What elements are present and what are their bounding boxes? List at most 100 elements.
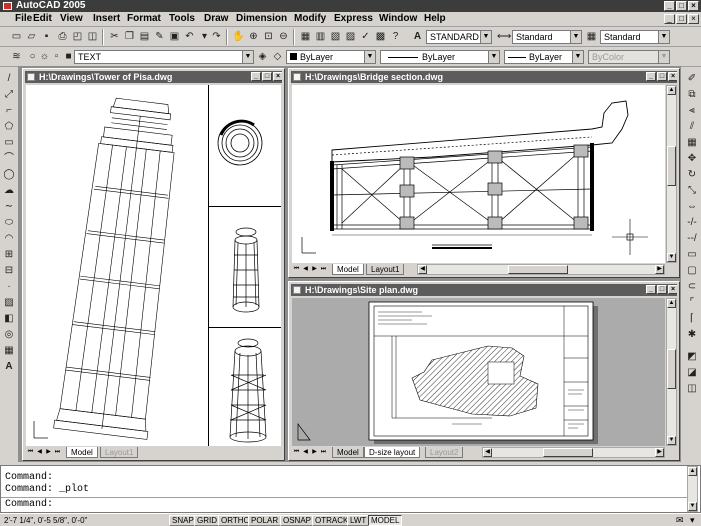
tab-layout1[interactable]: Layout1 [100,447,139,458]
model-paper-toggle[interactable]: MODEL [368,515,403,526]
make-block-icon[interactable]: ⊟ [2,264,16,278]
scroll-up-icon[interactable]: ▲ [667,299,676,308]
hatch-icon[interactable]: ▨ [2,296,16,310]
first-tab-icon[interactable]: ⏮ [292,264,301,275]
horizontal-scrollbar[interactable]: ◀ ▶ [482,447,665,458]
menu-edit[interactable]: Edit [33,13,52,25]
explode-icon[interactable]: ✱ [685,328,699,342]
fillet-icon[interactable]: ⌈ [685,312,699,326]
next-tab-icon[interactable]: ▶ [310,264,319,275]
markup-icon[interactable]: ✓ [359,30,372,43]
bring-to-front-icon[interactable]: ◪ [685,366,699,380]
array-icon[interactable]: ▦ [685,136,699,150]
tab-model[interactable]: Model [66,447,98,458]
menu-view[interactable]: View [60,13,83,25]
mirror-icon[interactable]: ⫷ [685,104,699,118]
prev-tab-icon[interactable]: ◀ [301,264,310,275]
drawing-canvas[interactable] [292,85,665,263]
tab-model[interactable]: Model [332,264,364,275]
scroll-thumb[interactable] [508,265,568,274]
maximize-icon[interactable]: □ [657,285,667,294]
scroll-thumb[interactable] [667,146,676,186]
tab-layout2[interactable]: Layout2 [425,447,464,458]
tab-d-size-layout[interactable]: D-size layout [364,447,421,458]
cut-icon[interactable]: ✂ [108,30,121,43]
snap-toggle[interactable]: SNAP [169,515,197,526]
point-icon[interactable]: · [2,280,16,294]
scroll-thumb[interactable] [667,349,676,389]
region-icon[interactable]: ◎ [2,328,16,342]
close-icon[interactable]: × [688,1,699,11]
trim-icon[interactable]: -/- [685,216,699,230]
revision-cloud-icon[interactable]: ☁ [2,184,16,198]
scroll-down-icon[interactable]: ▼ [667,436,676,445]
undo-icon[interactable]: ↶ [183,30,196,43]
circle-icon[interactable]: ◯ [2,168,16,182]
tool-palettes-icon[interactable]: ▧ [329,30,342,43]
make-current-layer-icon[interactable]: ◈ [256,50,269,63]
break-at-point-icon[interactable]: ▭ [685,248,699,262]
erase-icon[interactable]: ✐ [685,72,699,86]
chevron-down-icon[interactable]: ▼ [658,31,669,43]
chevron-down-icon[interactable]: ▼ [242,51,253,63]
doc-minimize-icon[interactable]: _ [664,14,675,24]
zoom-window-icon[interactable]: ⊡ [262,30,275,43]
offset-icon[interactable]: ⫽ [685,120,699,134]
menu-tools[interactable]: Tools [169,13,195,25]
paper-space-canvas[interactable] [292,298,665,446]
menu-insert[interactable]: Insert [93,13,120,25]
menu-modify[interactable]: Modify [294,13,326,25]
prev-tab-icon[interactable]: ◀ [301,447,310,458]
gradient-icon[interactable]: ◧ [2,312,16,326]
rotate-icon[interactable]: ↻ [685,168,699,182]
menu-express[interactable]: Express [334,13,373,25]
plot-preview-icon[interactable]: ◰ [71,30,84,43]
layer-combo[interactable]: TEXT ▼ [74,50,254,64]
minimize-icon[interactable]: _ [646,285,656,294]
layer-manager-icon[interactable]: ≋ [10,50,23,63]
tab-layout1[interactable]: Layout1 [366,264,405,275]
chamfer-icon[interactable]: ⌜ [685,296,699,310]
menu-dimension[interactable]: Dimension [236,13,287,25]
osnap-toggle[interactable]: OSNAP [280,515,315,526]
prev-tab-icon[interactable]: ◀ [35,447,44,458]
scroll-left-icon[interactable]: ◀ [483,448,492,457]
chevron-down-icon[interactable]: ▼ [480,31,491,43]
chevron-down-icon[interactable]: ▼ [364,51,375,63]
minimize-icon[interactable]: _ [664,1,675,11]
minimize-icon[interactable]: _ [251,72,261,81]
communication-center-icon[interactable]: ✉ [676,515,684,526]
command-window[interactable]: Command: Command: _plot Command: ▲ ▼ [0,465,701,513]
drawing-canvas[interactable] [26,85,281,446]
next-tab-icon[interactable]: ▶ [44,447,53,458]
table-icon[interactable]: ▦ [2,344,16,358]
join-icon[interactable]: ⊂ [685,280,699,294]
next-tab-icon[interactable]: ▶ [310,447,319,458]
last-tab-icon[interactable]: ⏭ [53,447,62,458]
menu-file[interactable]: File [15,13,32,25]
close-icon[interactable]: × [273,72,282,81]
copy-icon[interactable]: ❐ [123,30,136,43]
properties-icon[interactable]: ▦ [299,30,312,43]
grid-toggle[interactable]: GRID [194,515,220,526]
command-scrollbar[interactable]: ▲ ▼ [687,466,698,512]
command-prompt[interactable]: Command: [5,499,53,511]
menu-draw[interactable]: Draw [204,13,228,25]
insert-block-icon[interactable]: ⊞ [2,248,16,262]
zoom-realtime-icon[interactable]: ⊕ [247,30,260,43]
scroll-down-icon[interactable]: ▼ [667,253,676,262]
sheet-set-icon[interactable]: ▨ [344,30,357,43]
close-icon[interactable]: × [668,285,677,294]
lineweight-combo[interactable]: ByLayer ▼ [504,50,584,64]
draworder-icon[interactable]: ◩ [685,350,699,364]
polygon-icon[interactable]: ⬠ [2,120,16,134]
construction-line-icon[interactable]: ⤢ [2,88,16,102]
block-editor-icon[interactable]: ▣ [168,30,181,43]
zoom-previous-icon[interactable]: ⊖ [277,30,290,43]
maximize-icon[interactable]: □ [657,72,667,81]
layer-previous-icon[interactable]: ◇ [271,50,284,63]
last-tab-icon[interactable]: ⏭ [319,447,328,458]
polyline-icon[interactable]: ⌐ [2,104,16,118]
new-file-icon[interactable]: ▭ [10,30,23,43]
vertical-scrollbar[interactable]: ▲ ▼ [666,85,677,263]
